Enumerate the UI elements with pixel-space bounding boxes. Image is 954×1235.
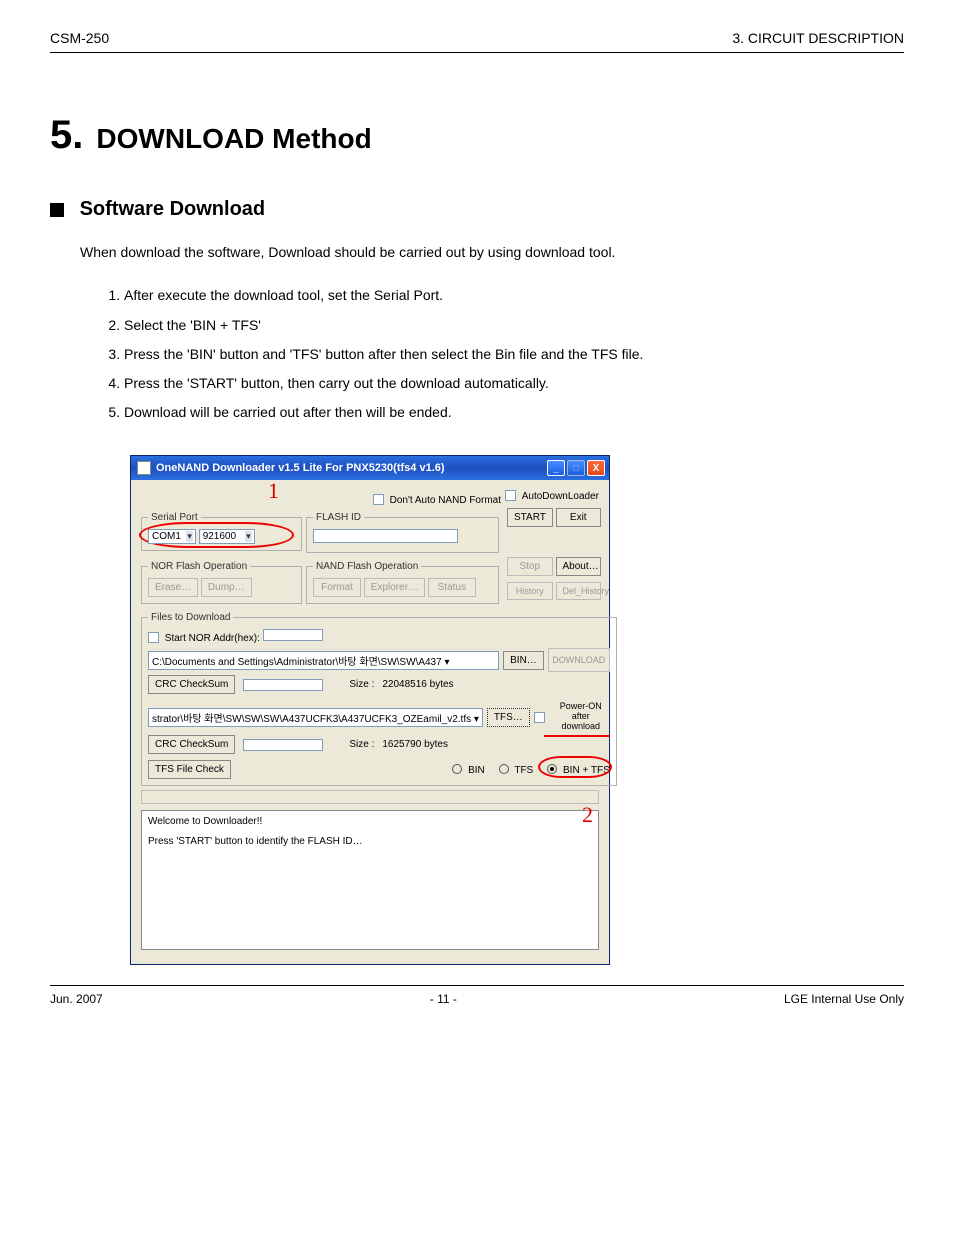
dump-button: Dump…: [201, 578, 252, 597]
doc-section-ref: 3. CIRCUIT DESCRIPTION: [732, 30, 904, 46]
tfs-path-combo[interactable]: strator\바탕 화면\SW\SW\SW\A437UCFK3\A437UCF…: [148, 708, 483, 727]
window-controls: _ □ X: [547, 460, 605, 476]
checkbox-icon: [505, 490, 516, 501]
titlebar[interactable]: OneNAND Downloader v1.5 Lite For PNX5230…: [131, 456, 609, 480]
files-legend: Files to Download: [148, 612, 233, 623]
doc-model: CSM-250: [50, 30, 109, 46]
step-item: Press the 'START' button, then carry out…: [124, 371, 904, 396]
start-button[interactable]: START: [507, 508, 553, 527]
crc-checksum-bin-button[interactable]: CRC CheckSum: [148, 675, 235, 694]
window-title: OneNAND Downloader v1.5 Lite For PNX5230…: [156, 462, 547, 474]
step-item: Download will be carried out after then …: [124, 400, 904, 425]
bin-path-combo[interactable]: C:\Documents and Settings\Administrator\…: [148, 651, 499, 670]
size-label: Size :: [349, 679, 374, 690]
history-button: History: [507, 582, 553, 600]
format-button: Format: [313, 578, 361, 597]
step-item: After execute the download tool, set the…: [124, 283, 904, 308]
doc-footer: Jun. 2007 - 11 - LGE Internal Use Only: [50, 985, 904, 1006]
log-line: Press 'START' button to identify the FLA…: [148, 835, 592, 849]
app-window: OneNAND Downloader v1.5 Lite For PNX5230…: [130, 455, 610, 965]
bin-size-value: 22048516 bytes: [382, 679, 453, 690]
nor-legend: NOR Flash Operation: [148, 561, 250, 572]
radio-bin-tfs[interactable]: BIN + TFS: [547, 764, 610, 776]
checkbox-no-auto-format[interactable]: Don't Auto NAND Format: [373, 494, 501, 506]
footer-page: - 11 -: [430, 992, 457, 1006]
explorer-button: Explorer…: [364, 578, 425, 597]
intro-paragraph: When download the software, Download sho…: [80, 241, 904, 263]
crc-bin-field: [243, 679, 323, 691]
tfs-browse-button[interactable]: TFS…: [487, 708, 530, 727]
start-nor-addr-checkbox[interactable]: Start NOR Addr(hex):: [148, 633, 263, 644]
radio-bin[interactable]: BIN: [452, 764, 484, 776]
radio-icon: [547, 764, 557, 774]
maximize-button[interactable]: □: [567, 460, 585, 476]
flash-id-field[interactable]: [313, 529, 458, 543]
subsection-title: Software Download: [80, 198, 266, 220]
section-title: DOWNLOAD Method: [96, 123, 371, 154]
log-line: Welcome to Downloader!!: [148, 815, 592, 829]
exit-button[interactable]: Exit: [556, 508, 602, 527]
step-item: Press the 'BIN' button and 'TFS' button …: [124, 342, 904, 367]
files-to-download-group: Files to Download Start NOR Addr(hex): C…: [141, 612, 617, 786]
start-nor-addr-field[interactable]: [263, 629, 323, 641]
serial-port-group: Serial Port COM1 921600: [141, 512, 302, 551]
radio-icon: [499, 764, 509, 774]
footer-date: Jun. 2007: [50, 992, 103, 1006]
size-label-tfs: Size :: [349, 739, 374, 750]
flash-id-legend: FLASH ID: [313, 512, 364, 523]
nand-flash-group: NAND Flash Operation Format Explorer… St…: [306, 561, 499, 604]
section-heading: 5. DOWNLOAD Method: [50, 113, 904, 158]
serial-port-legend: Serial Port: [148, 512, 201, 523]
status-button: Status: [428, 578, 476, 597]
flash-id-group: FLASH ID: [306, 512, 499, 553]
progress-strip: [141, 790, 599, 804]
about-button[interactable]: About…: [556, 557, 602, 576]
annotation-underline: [544, 735, 610, 737]
minimize-button[interactable]: _: [547, 460, 565, 476]
subsection-heading: Software Download: [50, 198, 904, 221]
checkbox-autodownloader[interactable]: AutoDownLoader: [505, 490, 599, 502]
nand-legend: NAND Flash Operation: [313, 561, 421, 572]
checkbox-icon: [373, 494, 384, 505]
erase-button: Erase…: [148, 578, 198, 597]
app-icon: [137, 461, 151, 475]
step-item: Select the 'BIN + TFS': [124, 313, 904, 338]
nor-flash-group: NOR Flash Operation Erase… Dump…: [141, 561, 302, 604]
radio-tfs[interactable]: TFS: [499, 764, 534, 776]
crc-checksum-tfs-button[interactable]: CRC CheckSum: [148, 735, 235, 754]
crc-tfs-field: [243, 739, 323, 751]
square-bullet-icon: [50, 203, 64, 217]
stop-button: Stop: [507, 557, 553, 576]
bin-browse-button[interactable]: BIN…: [503, 651, 544, 670]
poweron-checkbox[interactable]: [534, 712, 545, 723]
del-history-button: Del_History: [556, 582, 602, 600]
com-port-select[interactable]: COM1: [148, 529, 196, 544]
section-number: 5.: [50, 113, 83, 157]
doc-header: CSM-250 3. CIRCUIT DESCRIPTION: [50, 30, 904, 53]
baud-select[interactable]: 921600: [199, 529, 255, 544]
radio-icon: [452, 764, 462, 774]
footer-note: LGE Internal Use Only: [784, 992, 904, 1006]
log-area: Welcome to Downloader!! Press 'START' bu…: [141, 810, 599, 950]
steps-list: After execute the download tool, set the…: [84, 283, 904, 425]
tfs-file-check-button[interactable]: TFS File Check: [148, 760, 231, 779]
download-button: DOWNLOAD: [548, 648, 610, 672]
checkbox-icon: [148, 632, 159, 643]
poweron-label: Power-ON after download: [552, 702, 610, 732]
close-button[interactable]: X: [587, 460, 605, 476]
tfs-size-value: 1625790 bytes: [382, 739, 448, 750]
